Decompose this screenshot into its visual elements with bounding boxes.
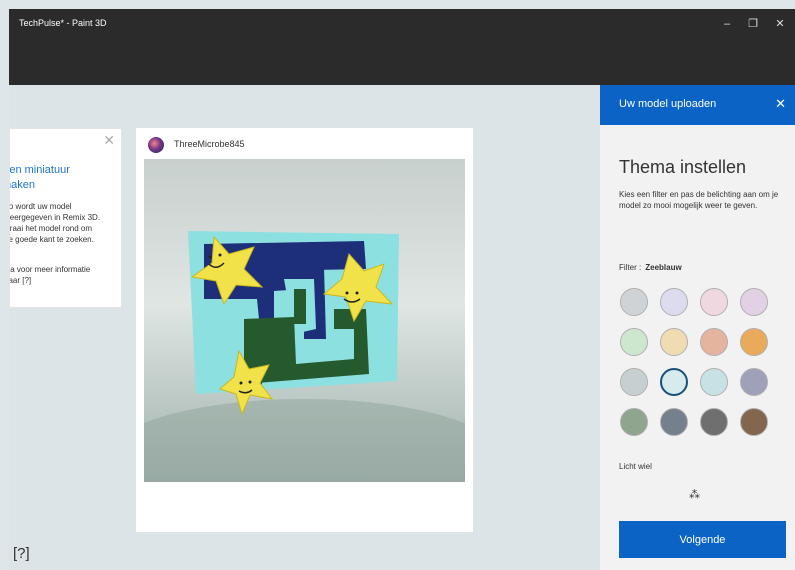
- tip-card: ✕ Een miniatuur maken Zo wordt uw model …: [9, 128, 122, 308]
- filter-swatch[interactable]: [660, 408, 688, 436]
- tip-more-line-1: Ga voor meer informatie: [10, 265, 91, 274]
- tip-close-button[interactable]: ✕: [103, 132, 115, 149]
- upload-panel: Uw model uploaden ✕ Thema instellen Kies…: [600, 85, 795, 570]
- filter-value: Zeeblauw: [645, 263, 682, 272]
- filter-swatch[interactable]: [740, 368, 768, 396]
- panel-heading: Thema instellen: [619, 157, 747, 177]
- filter-swatch[interactable]: [700, 368, 728, 396]
- tip-body-line-4: de goede kant te zoeken.: [10, 235, 94, 244]
- filter-swatch[interactable]: [660, 288, 688, 316]
- filter-swatch[interactable]: [700, 408, 728, 436]
- next-button[interactable]: Volgende: [619, 521, 786, 558]
- filter-swatch[interactable]: [620, 368, 648, 396]
- filter-swatch[interactable]: [740, 408, 768, 436]
- tip-more-link[interactable]: naar [?]: [10, 275, 118, 286]
- tip-title-line-2: maken: [10, 179, 36, 191]
- tip-title-line-1: Een miniatuur: [10, 164, 70, 176]
- filter-swatch[interactable]: [700, 328, 728, 356]
- model-preview-card: ThreeMicrobe845: [136, 128, 473, 532]
- window-title: TechPulse* - Paint 3D: [19, 18, 107, 28]
- filter-label-text: Filter :: [619, 263, 642, 272]
- model-render: [144, 231, 465, 482]
- tip-body-line-1: Zo wordt uw model: [10, 202, 72, 211]
- minimize-button[interactable]: –: [715, 15, 739, 33]
- filter-swatch[interactable]: [740, 288, 768, 316]
- filter-swatch[interactable]: [700, 288, 728, 316]
- light-wheel-label: Licht wiel: [619, 462, 652, 471]
- tip-body-line-2: weergegeven in Remix 3D.: [10, 213, 101, 222]
- filter-swatch-selected[interactable]: [660, 368, 688, 396]
- close-window-button[interactable]: ✕: [768, 15, 792, 33]
- tip-more-info: Ga voor meer informatie naar [?]: [10, 264, 118, 286]
- filter-swatch[interactable]: [740, 328, 768, 356]
- username: ThreeMicrobe845: [174, 139, 245, 149]
- panel-description: Kies een filter en pas de belichting aan…: [619, 190, 779, 210]
- filter-swatch[interactable]: [620, 408, 648, 436]
- panel-header: Uw model uploaden ✕: [600, 85, 795, 125]
- tip-title: Een miniatuur maken: [10, 163, 110, 193]
- tip-body-line-3: Draai het model rond om: [10, 224, 93, 233]
- help-icon[interactable]: [?]: [13, 545, 30, 562]
- title-bar: TechPulse* - Paint 3D – ❐ ✕: [9, 9, 795, 85]
- filter-swatch[interactable]: [660, 328, 688, 356]
- panel-header-title: Uw model uploaden: [619, 98, 717, 110]
- tip-body: Zo wordt uw model weergegeven in Remix 3…: [10, 201, 118, 245]
- filter-swatch[interactable]: [620, 288, 648, 316]
- light-wheel-icon[interactable]: ⁂: [689, 488, 700, 501]
- panel-close-button[interactable]: ✕: [775, 96, 786, 112]
- filter-swatch[interactable]: [620, 328, 648, 356]
- filter-label: Filter : Zeeblauw: [619, 263, 682, 272]
- avatar: [148, 137, 164, 153]
- restore-button[interactable]: ❐: [741, 15, 765, 33]
- model-viewport[interactable]: [144, 159, 465, 482]
